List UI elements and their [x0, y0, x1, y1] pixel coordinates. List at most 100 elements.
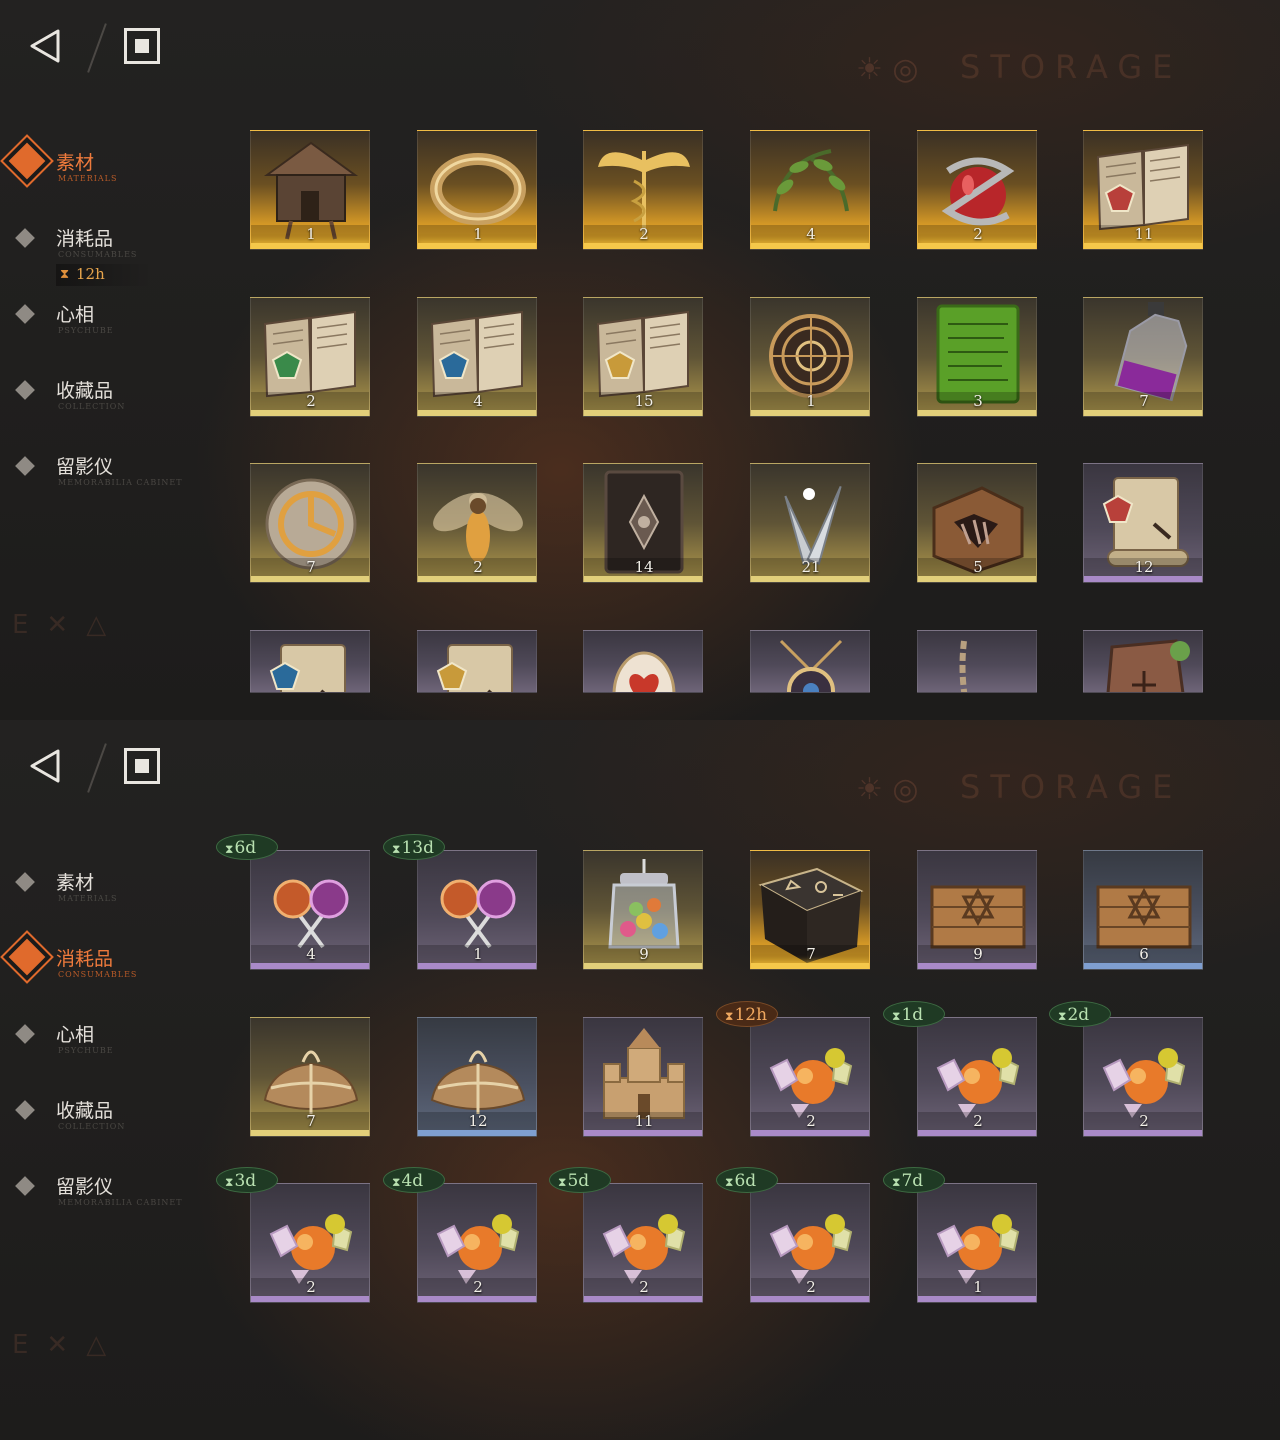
- storage-emblem-icon: ☀ ◎: [856, 772, 919, 807]
- expiry-text: 2d: [1067, 1005, 1090, 1025]
- diamond-icon: [8, 142, 46, 180]
- item-slot[interactable]: 1: [417, 850, 537, 970]
- rarity-bar: [584, 1296, 702, 1302]
- home-square-icon[interactable]: [124, 28, 160, 64]
- rarity-bar: [418, 1130, 536, 1136]
- rarity-bar: [751, 1130, 869, 1136]
- diamond-icon: [15, 456, 35, 476]
- item-slot[interactable]: 15: [583, 297, 703, 417]
- rarity-bar: [918, 963, 1036, 969]
- item-slot[interactable]: 2: [750, 1183, 870, 1303]
- item-slot[interactable]: 2: [750, 1017, 870, 1137]
- item-slot[interactable]: 2: [917, 130, 1037, 250]
- divider: [87, 743, 107, 793]
- item-slot[interactable]: 21: [750, 463, 870, 583]
- item-slot[interactable]: 2: [417, 1183, 537, 1303]
- item-slot[interactable]: [1083, 630, 1203, 693]
- item-slot[interactable]: 2: [583, 130, 703, 250]
- item-slot[interactable]: 4: [750, 130, 870, 250]
- item-count: 21: [801, 558, 821, 576]
- storage-title: STORAGE: [960, 768, 1183, 806]
- rarity-bar: [918, 1130, 1036, 1136]
- item-slot[interactable]: 11: [1083, 130, 1203, 250]
- item-slot[interactable]: 2: [250, 1183, 370, 1303]
- rarity-bar: [918, 243, 1036, 249]
- sidebar-item-label: 素材: [56, 152, 95, 174]
- sidebar-item-sublabel: CONSUMABLES: [58, 970, 138, 979]
- rarity-bar: [1084, 576, 1202, 582]
- item-slot[interactable]: 11: [583, 1017, 703, 1137]
- item-count: 2: [306, 392, 316, 410]
- item-slot[interactable]: 1: [750, 297, 870, 417]
- sidebar-item-sublabel: MEMORABILIA CABINET: [58, 478, 183, 487]
- item-slot[interactable]: 7: [250, 463, 370, 583]
- item-slot[interactable]: 2: [1083, 1017, 1203, 1137]
- item-slot[interactable]: 12: [417, 1017, 537, 1137]
- item-slot[interactable]: 7: [250, 1017, 370, 1137]
- item-slot[interactable]: 4: [417, 297, 537, 417]
- item-expiry-badge: ⧗1d: [883, 1001, 945, 1027]
- item-count: 12: [468, 1112, 488, 1130]
- item-count: 11: [634, 1112, 654, 1130]
- item-slot[interactable]: 1: [917, 1183, 1037, 1303]
- divider: [87, 23, 107, 73]
- item-slot[interactable]: 2: [583, 1183, 703, 1303]
- rarity-bar: [751, 1296, 869, 1302]
- expiry-text: 6d: [234, 838, 257, 858]
- item-slot[interactable]: 3: [917, 297, 1037, 417]
- item-slot[interactable]: 12: [1083, 463, 1203, 583]
- item-slot[interactable]: 7: [1083, 297, 1203, 417]
- item-slot[interactable]: 5: [917, 463, 1037, 583]
- item-slot[interactable]: 7: [750, 850, 870, 970]
- item-count: 1: [473, 225, 483, 243]
- hourglass-icon: ⧗: [1058, 1009, 1067, 1023]
- item-count: 1: [473, 945, 483, 963]
- rarity-bar: [584, 410, 702, 416]
- diamond-icon: [15, 1100, 35, 1120]
- rarity-bar: [751, 963, 869, 969]
- item-slot[interactable]: [250, 630, 370, 693]
- ornate-egg-icon: [612, 651, 676, 692]
- rarity-bar: [584, 576, 702, 582]
- item-slot[interactable]: 1: [417, 130, 537, 250]
- item-slot[interactable]: 2: [417, 463, 537, 583]
- back-arrow-icon[interactable]: [28, 28, 62, 64]
- storage-screen-materials: ☀ ◎ STORAGE E✕△ 素材 MATERIALS 消耗品 CONSUMA…: [0, 0, 1280, 720]
- home-square-icon[interactable]: [124, 748, 160, 784]
- item-count: 2: [973, 1112, 983, 1130]
- item-count: 11: [1134, 225, 1154, 243]
- item-slot[interactable]: 2: [250, 297, 370, 417]
- item-slot[interactable]: 2: [917, 1017, 1037, 1137]
- expiry-text: 13d: [401, 838, 434, 858]
- sidebar-item-label: 消耗品: [56, 948, 114, 970]
- item-count: 7: [1139, 392, 1149, 410]
- item-expiry-badge: ⧗5d: [549, 1167, 611, 1193]
- rarity-bar: [918, 576, 1036, 582]
- item-slot[interactable]: [417, 630, 537, 693]
- sidebar-item-label: 收藏品: [56, 1100, 114, 1122]
- item-count: 2: [306, 1278, 316, 1296]
- item-count: 4: [306, 945, 316, 963]
- item-expiry-badge: ⧗6d: [716, 1167, 778, 1193]
- item-slot[interactable]: 9: [917, 850, 1037, 970]
- chain-icon: [959, 640, 968, 692]
- rarity-bar: [584, 963, 702, 969]
- item-slot[interactable]: [917, 630, 1037, 693]
- rarity-bar: [751, 410, 869, 416]
- amulet-icon: [779, 639, 843, 692]
- item-slot[interactable]: [750, 630, 870, 693]
- item-slot[interactable]: 6: [1083, 850, 1203, 970]
- hourglass-icon: ⧗: [392, 842, 401, 856]
- rarity-bar: [418, 410, 536, 416]
- item-count: 12: [1134, 558, 1154, 576]
- item-slot[interactable]: 9: [583, 850, 703, 970]
- item-slot[interactable]: [583, 630, 703, 693]
- item-slot[interactable]: 1: [250, 130, 370, 250]
- item-slot[interactable]: 14: [583, 463, 703, 583]
- back-arrow-icon[interactable]: [28, 748, 62, 784]
- rarity-bar: [418, 963, 536, 969]
- sidebar-item-sublabel: PSYCHUBE: [58, 1046, 114, 1055]
- item-slot[interactable]: 4: [250, 850, 370, 970]
- rarity-bar: [418, 243, 536, 249]
- sidebar-item-label: 留影仪: [56, 1176, 114, 1198]
